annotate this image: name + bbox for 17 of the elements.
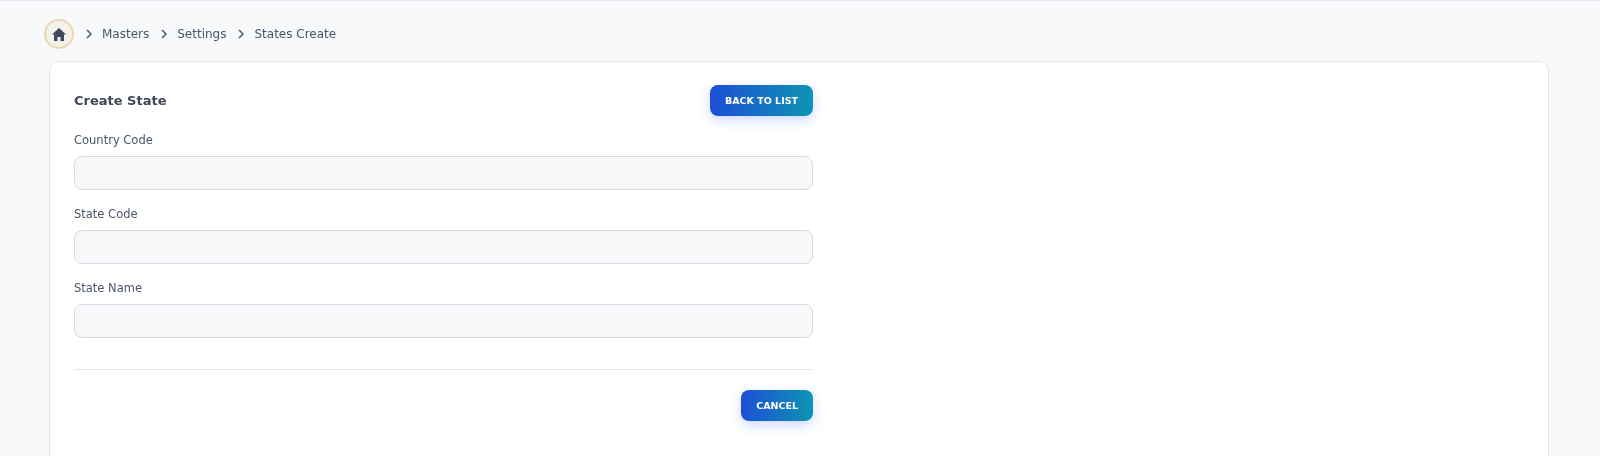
input-field[interactable] <box>74 230 813 264</box>
breadcrumb-link[interactable]: States Create <box>254 27 337 41</box>
field-label: State Name <box>74 281 144 295</box>
cancel-button[interactable]: CANCEL <box>741 390 813 421</box>
chevron-icon <box>86 29 92 39</box>
chevron-icon <box>161 29 168 39</box>
form-title: Create State <box>74 93 167 108</box>
home-button[interactable] <box>44 19 74 49</box>
field-label: Country Code <box>74 133 154 147</box>
input-field[interactable] <box>74 156 813 190</box>
input-field[interactable] <box>74 304 813 338</box>
back-to-list-button[interactable]: BACK TO LIST <box>710 85 813 116</box>
chevron-icon <box>238 29 245 39</box>
breadcrumb-link[interactable]: Masters <box>102 27 150 41</box>
breadcrumb-link[interactable]: Settings <box>177 27 227 41</box>
field-label: State Code <box>74 207 139 221</box>
home-icon <box>52 27 66 41</box>
